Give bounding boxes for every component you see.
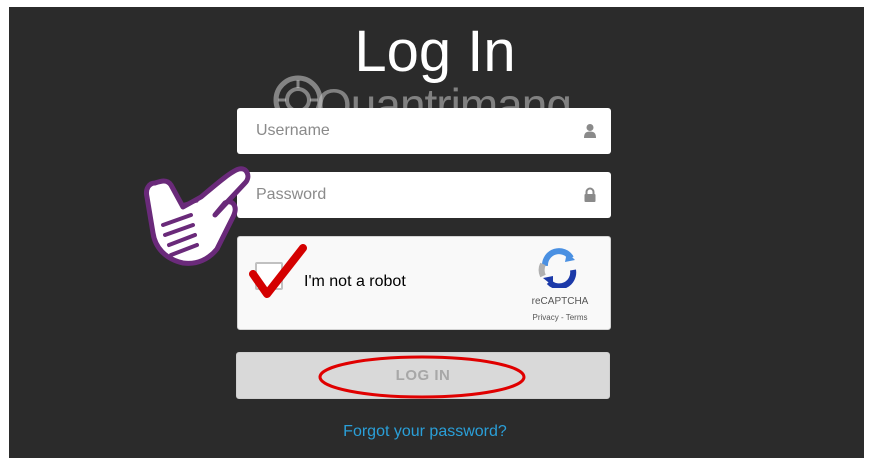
page-title: Log In [354,19,516,84]
user-icon [584,124,596,138]
password-field-box [237,172,611,218]
recaptcha-privacy-terms-links[interactable]: Privacy - Terms [518,313,602,322]
forgot-password-link[interactable]: Forgot your password? [0,423,850,441]
username-input[interactable] [256,108,556,154]
lock-icon [584,187,596,202]
login-button[interactable]: LOG IN [236,352,610,399]
recaptcha-brand: reCAPTCHA [531,296,589,307]
recaptcha-label: I'm not a robot [304,273,406,290]
password-input[interactable] [256,172,556,218]
username-field-box [237,108,611,154]
recaptcha-logo-icon [538,248,577,288]
red-checkmark-icon [249,244,307,298]
